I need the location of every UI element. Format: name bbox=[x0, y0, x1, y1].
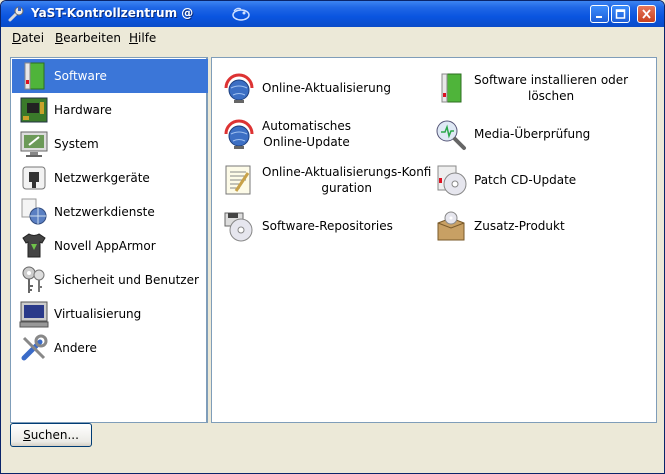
tools-icon bbox=[21, 334, 48, 361]
module-label-line: Online-Update bbox=[263, 135, 350, 149]
module-install-software[interactable]: Software installieren oder löschen bbox=[434, 71, 628, 105]
module-label-line: löschen bbox=[527, 89, 575, 103]
module-label-line: Software installieren oder bbox=[474, 73, 629, 87]
sidebar-item-label: Andere bbox=[54, 341, 97, 355]
search-button-label: uchen... bbox=[30, 428, 79, 442]
menu-edit[interactable]: Bearbeiten bbox=[55, 31, 121, 45]
module-label: Automatisches Online-Update bbox=[262, 118, 351, 150]
sidebar-item-network-devices[interactable]: Netzwerkgeräte bbox=[12, 161, 208, 195]
close-button[interactable] bbox=[637, 5, 656, 23]
sidebar-item-system[interactable]: System bbox=[12, 127, 208, 161]
module-media-check[interactable]: Media-Überprüfung bbox=[434, 117, 590, 151]
module-auto-update[interactable]: Automatisches Online-Update bbox=[222, 117, 351, 151]
sidebar-item-label: Netzwerkdienste bbox=[54, 205, 155, 219]
title-bar[interactable]: YaST-Kontrollzentrum @ bbox=[1, 1, 664, 27]
sidebar-item-label: Netzwerkgeräte bbox=[54, 171, 150, 185]
sidebar-item-apparmor[interactable]: Novell AppArmor bbox=[12, 229, 208, 263]
media-check-icon bbox=[436, 120, 466, 150]
module-label: Media-Überprüfung bbox=[474, 127, 591, 141]
config-document-icon bbox=[225, 165, 251, 195]
module-update-config[interactable]: Online-Aktualisierungs-Konfi guration bbox=[222, 163, 431, 197]
sidebar-item-hardware[interactable]: Hardware bbox=[12, 93, 208, 127]
virtualization-icon bbox=[19, 301, 49, 328]
minimize-icon bbox=[596, 16, 602, 18]
category-list: Software Hardware System Netzwerkgeräte … bbox=[10, 57, 208, 423]
module-online-update[interactable]: Online-Aktualisierung bbox=[222, 71, 391, 105]
sidebar-item-label: Virtualisierung bbox=[54, 307, 142, 321]
module-label: Patch CD-Update bbox=[474, 173, 577, 187]
module-addon-product[interactable]: Zusatz-Produkt bbox=[434, 209, 565, 243]
repositories-icon bbox=[224, 212, 253, 242]
patch-cd-icon bbox=[437, 165, 467, 196]
gecko-icon bbox=[232, 7, 250, 21]
sidebar-item-label: System bbox=[54, 137, 99, 151]
menu-help-label: ilfe bbox=[138, 31, 157, 45]
sidebar-item-label: Sicherheit und Benutzer bbox=[54, 273, 199, 287]
sidebar-item-virtualization[interactable]: Virtualisierung bbox=[12, 297, 208, 331]
module-label: Software installieren oder löschen bbox=[474, 72, 628, 104]
apparmor-icon bbox=[22, 233, 46, 258]
sidebar-item-network-services[interactable]: Netzwerkdienste bbox=[12, 195, 208, 229]
module-label: Software-Repositories bbox=[262, 219, 393, 233]
addon-product-icon bbox=[437, 211, 465, 241]
menu-file-mnemonic: D bbox=[12, 31, 22, 45]
sidebar-item-label: Software bbox=[54, 69, 107, 83]
minimize-button[interactable] bbox=[590, 5, 609, 23]
menu-file-label: atei bbox=[21, 31, 45, 45]
maximize-icon bbox=[615, 9, 626, 19]
software-icon bbox=[24, 62, 45, 90]
close-icon bbox=[642, 9, 651, 19]
module-patch-cd[interactable]: Patch CD-Update bbox=[434, 163, 576, 197]
module-label: Zusatz-Produkt bbox=[474, 219, 565, 233]
module-panel: Online-Aktualisierung Automatisches Onlin… bbox=[211, 57, 657, 423]
software-package-icon bbox=[441, 73, 462, 103]
sidebar-item-security[interactable]: Sicherheit und Benutzer bbox=[12, 263, 208, 297]
module-label-line: Automatisches bbox=[262, 119, 352, 133]
globe-update-icon bbox=[224, 119, 254, 149]
sidebar-item-software[interactable]: Software bbox=[12, 59, 208, 93]
system-icon bbox=[20, 131, 48, 157]
search-button[interactable]: Suchen... bbox=[10, 423, 92, 447]
menu-file[interactable]: Datei bbox=[12, 31, 44, 45]
yast-wrench-icon bbox=[8, 6, 24, 22]
search-button-mnemonic: S bbox=[23, 428, 31, 442]
module-label-line: Online-Aktualisierungs-Konfi bbox=[262, 165, 432, 179]
security-users-icon bbox=[22, 266, 45, 293]
module-label: Online-Aktualisierung bbox=[262, 81, 391, 95]
maximize-button[interactable] bbox=[611, 5, 630, 23]
window-title: YaST-Kontrollzentrum @ bbox=[31, 6, 194, 20]
module-repositories[interactable]: Software-Repositories bbox=[222, 209, 393, 243]
yast-window: YaST-Kontrollzentrum @ Datei Bearbeiten … bbox=[0, 0, 665, 474]
sidebar-item-other[interactable]: Andere bbox=[12, 331, 208, 365]
menu-edit-mnemonic: B bbox=[55, 31, 64, 45]
sidebar-item-label: Novell AppArmor bbox=[54, 239, 156, 253]
network-devices-icon bbox=[22, 166, 46, 190]
module-label: Online-Aktualisierungs-Konfi guration bbox=[262, 164, 431, 196]
network-services-icon bbox=[21, 198, 47, 225]
hardware-icon bbox=[20, 97, 48, 123]
module-label-line: guration bbox=[321, 181, 372, 195]
menu-edit-label: earbeiten bbox=[63, 31, 121, 45]
globe-update-icon bbox=[224, 73, 254, 103]
menu-help-mnemonic: H bbox=[129, 31, 139, 45]
menu-help[interactable]: Hilfe bbox=[129, 31, 156, 45]
sidebar-item-label: Hardware bbox=[54, 103, 112, 117]
menu-bar: Datei Bearbeiten Hilfe bbox=[1, 27, 664, 49]
